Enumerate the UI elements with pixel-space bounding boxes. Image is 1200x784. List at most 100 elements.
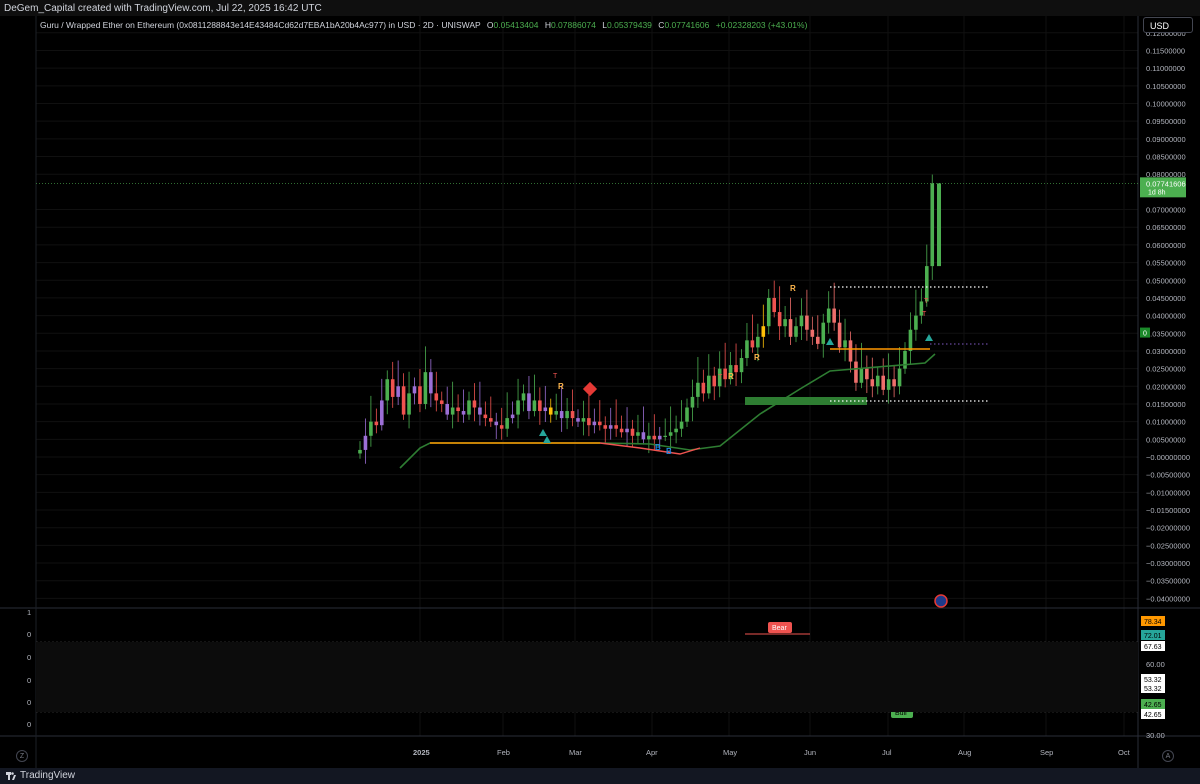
time-label: Aug <box>958 748 971 757</box>
price-tick-label: −0.01500000 <box>1146 506 1190 515</box>
tradingview-logo[interactable]: TradingView <box>6 770 75 781</box>
price-tick-label: −0.03500000 <box>1146 577 1190 586</box>
candle-body <box>439 400 444 404</box>
candle-body <box>603 425 608 429</box>
time-label: Oct <box>1118 748 1131 757</box>
price-tick-label: −0.00000000 <box>1146 453 1190 462</box>
candle-body <box>696 382 700 397</box>
candle-body <box>816 336 820 344</box>
candle-body <box>581 418 586 422</box>
candle-body <box>903 350 907 369</box>
price-chart[interactable]: 0.120000000.115000000.110000000.10500000… <box>0 16 1200 768</box>
price-tick-label: 0.03500000 <box>1146 329 1186 338</box>
price-tick-label: 0.06000000 <box>1146 241 1186 250</box>
last-price-label: 0.07741606 <box>1146 179 1186 188</box>
price-tick-label: 0.05000000 <box>1146 276 1186 285</box>
price-tick-label: 0.02500000 <box>1146 365 1186 374</box>
price-tick-label: 0.01500000 <box>1146 400 1186 409</box>
candle-body <box>799 315 804 327</box>
zoom-z-button[interactable]: Z <box>16 750 28 762</box>
candle-body <box>723 368 727 380</box>
candle-body <box>418 386 422 404</box>
auto-scale-button[interactable]: A <box>1162 750 1174 762</box>
time-label: Mar <box>569 748 582 757</box>
candle-body <box>783 319 787 327</box>
candle-body <box>363 435 368 450</box>
candle-body <box>429 372 433 394</box>
candle-body <box>478 407 482 415</box>
candle-body <box>489 418 493 422</box>
close-value: 0.07741606 <box>664 20 710 30</box>
candle-body <box>396 386 400 397</box>
candle-body <box>412 386 417 394</box>
candle-body <box>854 361 858 383</box>
osc-badge-label: 53.32 <box>1144 686 1162 693</box>
attribution-bar: DeGem_Capital created with TradingView.c… <box>0 0 1200 16</box>
candle-body <box>445 403 449 415</box>
candle-body <box>668 432 673 436</box>
time-label: May <box>723 748 737 757</box>
candle-body <box>456 407 460 412</box>
time-label: Sep <box>1040 748 1053 757</box>
tradingview-mark-icon <box>6 771 16 780</box>
candle-body <box>521 393 526 401</box>
osc-left-tick: 0 <box>27 676 31 685</box>
candle-body <box>380 400 384 426</box>
tradingview-brand: TradingView <box>20 770 76 781</box>
symbol-title: Guru / Wrapped Ether on Ethereum (0x0811… <box>40 20 481 30</box>
osc-badge-label: 42.65 <box>1144 702 1162 709</box>
candle-body <box>472 400 477 408</box>
osc-left-tick: 0 <box>27 720 31 729</box>
osc-badge-label: 72.01 <box>1144 633 1162 640</box>
candle-body <box>390 379 395 397</box>
candle-body <box>505 418 509 429</box>
change-value: +0.02328203 (+43.01%) <box>715 20 808 30</box>
candle-body <box>750 340 755 348</box>
candle-body <box>908 329 913 351</box>
candle-body <box>848 340 853 362</box>
candle-body <box>892 379 896 387</box>
candle-body <box>837 322 842 348</box>
bear-label: Bear <box>772 625 787 632</box>
time-label: Apr <box>646 748 658 757</box>
price-tick-label: −0.01000000 <box>1146 488 1190 497</box>
price-tick-label: −0.00500000 <box>1146 471 1190 480</box>
T-marker: T <box>553 373 558 380</box>
time-label: Jul <box>882 748 892 757</box>
candle-body <box>772 297 776 313</box>
low-value: 0.05379439 <box>607 20 652 30</box>
candle-body <box>587 418 591 426</box>
candle-body <box>527 393 531 412</box>
price-tick-label: 0.11500000 <box>1146 46 1185 55</box>
candle-body <box>826 308 831 323</box>
candle-body <box>423 372 428 404</box>
candle-body <box>914 315 918 330</box>
candle-body <box>685 407 689 422</box>
candle-body <box>467 400 471 415</box>
candle-body <box>788 319 793 337</box>
B-marker: B <box>655 443 661 452</box>
candle-body <box>712 375 717 387</box>
candle-body <box>647 435 651 440</box>
candle-last <box>937 183 941 267</box>
candle-body <box>794 326 798 337</box>
candle-body <box>510 414 515 419</box>
currency-button[interactable]: USD <box>1143 17 1193 33</box>
candle-body <box>745 340 749 359</box>
candle-body <box>832 308 836 323</box>
candle-body <box>930 183 935 267</box>
candle-body <box>925 266 929 302</box>
osc-badge-label: 78.34 <box>1144 619 1162 626</box>
price-tick-label: 0.04000000 <box>1146 312 1186 321</box>
candle-body <box>592 421 597 426</box>
footer-bar: TradingView <box>0 768 1200 784</box>
candle-body <box>679 421 684 429</box>
countdown-label: 1d 8h <box>1148 189 1166 196</box>
candle-body <box>565 411 569 419</box>
price-tick-label: −0.02500000 <box>1146 541 1190 550</box>
candle-body <box>701 382 706 394</box>
attribution-text: DeGem_Capital created with TradingView.c… <box>4 3 322 14</box>
price-tick-label: 0.02000000 <box>1146 382 1186 391</box>
candle-body <box>897 368 902 387</box>
price-tick-label: −0.02000000 <box>1146 524 1190 533</box>
